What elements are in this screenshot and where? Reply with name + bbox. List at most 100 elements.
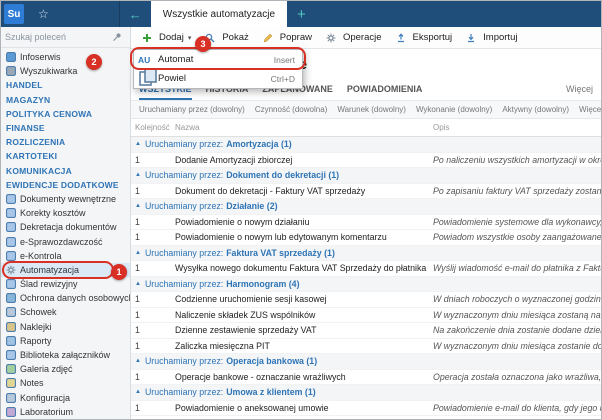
filter-3[interactable]: Wykonanie (dowolny) [416, 105, 492, 114]
toolbar-dodaj-button[interactable]: Dodaj▾ [135, 27, 198, 48]
toolbar-importuj-button[interactable]: Importuj [459, 27, 524, 48]
collapse-triangle-icon: ▲ [135, 203, 141, 209]
table-row[interactable]: 1Zaliczka miesięczna PITW wyznaczonym dn… [131, 339, 601, 355]
sidebar-item-dokumenty-wewnętrzne[interactable]: Dokumenty wewnętrzne [1, 192, 130, 206]
cell-order: 1 [135, 186, 175, 196]
table-row[interactable]: 1Powiadomienie o nowym lub edytowanym ko… [131, 230, 601, 246]
dropdown-caret-icon: ▾ [188, 34, 192, 42]
sidebar-item-label: Schowek [20, 307, 57, 317]
document-icon [6, 251, 16, 261]
sidebar-item-handel[interactable]: HANDEL [1, 78, 130, 92]
tabs-more-button[interactable]: Więcej [566, 84, 593, 100]
table-row[interactable]: 1Dokument do dekretacji - Faktury VAT sp… [131, 184, 601, 200]
cell-name: Codzienne uruchomienie sesji kasowej [175, 294, 433, 304]
toolbar-eksportuj-button[interactable]: Eksportuj [389, 27, 460, 48]
sidebar-item-dekretacja-dokumentów[interactable]: Dekretacja dokumentów [1, 220, 130, 234]
sidebar-item-laboratorium[interactable]: Laboratorium [1, 405, 130, 419]
group-row[interactable]: ▲Uruchamiany przez:Działanie (2) [131, 199, 601, 215]
collapse-triangle-icon: ▲ [135, 389, 141, 395]
group-row[interactable]: ▲Uruchamiany przez:Dokument do dekretacj… [131, 168, 601, 184]
collapse-triangle-icon: ▲ [135, 250, 141, 256]
filter-1[interactable]: Czynność (dowolna) [255, 105, 327, 114]
menu-item-label: Automat [158, 54, 193, 65]
filter-2[interactable]: Warunek (dowolny) [337, 105, 406, 114]
sidebar-item-rozliczenia[interactable]: ROZLICZENIA [1, 135, 130, 149]
cell-order: 1 [135, 372, 175, 382]
favorites-star-icon[interactable]: ☆ [32, 1, 55, 27]
column-header-name[interactable]: Nazwa [175, 123, 433, 132]
sidebar-item-komunikacja[interactable]: KOMUNIKACJA [1, 164, 130, 178]
new-tab-button[interactable]: + [287, 1, 316, 27]
column-header-order[interactable]: Kolejność [135, 123, 175, 132]
sidebar-item-schowek[interactable]: Schowek [1, 305, 130, 319]
cell-desc: Na zakończenie dnia zostanie dodane dzie… [433, 325, 601, 335]
sidebar-item-label: KOMUNIKACJA [6, 166, 72, 176]
app-logo[interactable]: Su [4, 4, 24, 24]
sidebar-item-e-kontrola[interactable]: e-Kontrola [1, 249, 130, 263]
group-value: Operacja bankowa (1) [226, 356, 317, 366]
menu-item-automat[interactable]: AUAutomatInsert [134, 50, 302, 69]
back-arrow-button[interactable]: ← [119, 1, 151, 27]
group-row[interactable]: ▲Uruchamiany przez:Harmonogram (4) [131, 277, 601, 293]
sidebar-item-infoserwis[interactable]: Infoserwis [1, 50, 130, 64]
group-prefix: Uruchamiany przez: [145, 387, 223, 397]
group-row[interactable]: ▲Uruchamiany przez:Faktura VAT sprzedaży… [131, 246, 601, 262]
cell-order: 1 [135, 263, 175, 273]
sidebar-item-polityka-cenowa[interactable]: POLITYKA CENOWA [1, 107, 130, 121]
sidebar-item-label: Raporty [20, 336, 52, 346]
sidebar-item-wyszukiwarka[interactable]: Wyszukiwarka [1, 64, 130, 78]
sidebar-item-ochrona-danych-osobowych[interactable]: Ochrona danych osobowych [1, 291, 130, 305]
toolbar-button-label: Pokaż [222, 32, 248, 43]
pencil-icon [263, 33, 273, 43]
sidebar-item-label: Korekty kosztów [20, 208, 86, 218]
group-row[interactable]: ▲Uruchamiany przez:Operacja bankowa (1) [131, 354, 601, 370]
active-tab[interactable]: Wszystkie automatyzacje [151, 1, 287, 27]
table-row[interactable]: 1Dodanie Amortyzacji zbiorczejPo nalicze… [131, 153, 601, 169]
toolbar-popraw-button[interactable]: Popraw [256, 27, 319, 48]
sidebar-item-magazyn[interactable]: MAGAZYN [1, 93, 130, 107]
filters-more-button[interactable]: Więcej [579, 105, 601, 114]
table-header: Kolejność Nazwa Opis [131, 119, 601, 137]
group-prefix: Uruchamiany przez: [145, 279, 223, 289]
shield-icon [6, 293, 16, 303]
group-row[interactable]: ▲Uruchamiany przez:Umowa z klientem (1) [131, 385, 601, 401]
sidebar-item-kartoteki[interactable]: KARTOTEKI [1, 149, 130, 163]
tab-powiadomienia[interactable]: POWIADOMIENIA [347, 84, 423, 100]
sidebar-item-biblioteka-załączników[interactable]: Biblioteka załączników [1, 348, 130, 362]
sidebar-item-notes[interactable]: Notes [1, 376, 130, 390]
table-body: ▲Uruchamiany przez:Amortyzacja (1)1Dodan… [131, 137, 601, 420]
sidebar-item-label: EWIDENCJE DODATKOWE [6, 180, 119, 190]
filter-4[interactable]: Aktywny (dowolny) [502, 105, 569, 114]
group-row[interactable]: ▲Uruchamiany przez:Amortyzacja (1) [131, 137, 601, 153]
sidebar-item-raporty[interactable]: Raporty [1, 334, 130, 348]
group-prefix: Uruchamiany przez: [145, 170, 223, 180]
menu-item-powiel[interactable]: PowielCtrl+D [134, 69, 302, 88]
sidebar-item-galeria-zdjęć[interactable]: Galeria zdjęć [1, 362, 130, 376]
document-icon [6, 222, 16, 232]
sidebar-item-korekty-kosztów[interactable]: Korekty kosztów [1, 206, 130, 220]
search-input[interactable] [5, 32, 112, 42]
table-row[interactable]: 1Powiadomienie o aneksowanej umowiePowia… [131, 401, 601, 417]
sidebar-item-finanse[interactable]: FINANSE [1, 121, 130, 135]
table-row[interactable]: 1Dzienne zestawienie sprzedaży VATNa zak… [131, 323, 601, 339]
table-row[interactable]: 1Wysyłka nowego dokumentu Faktura VAT Sp… [131, 261, 601, 277]
table-row[interactable]: 1Operacje bankowe - oznaczanie wrażliwyc… [131, 370, 601, 386]
annotation-step-3: 3 [195, 36, 211, 52]
sidebar-item-konfiguracja[interactable]: Konfiguracja [1, 391, 130, 405]
toolbar-operacje-button[interactable]: Operacje [319, 27, 389, 48]
filter-0[interactable]: Uruchamiany przez (dowolny) [139, 105, 245, 114]
table-row[interactable]: 1Codzienne uruchomienie sesji kasowejW d… [131, 292, 601, 308]
note-icon [6, 378, 16, 388]
table-row[interactable]: 1Naliczenie składek ZUS wspólnikówW wyzn… [131, 308, 601, 324]
sidebar-item-ewidencje-dodatkowe[interactable]: EWIDENCJE DODATKOWE [1, 178, 130, 192]
sidebar-item-label: Laboratorium [20, 407, 73, 417]
sidebar-item-ślad-rewizyjny[interactable]: Ślad rewizyjny [1, 277, 130, 291]
sidebar-item-e-sprawozdawczość[interactable]: e-Sprawozdawczość [1, 234, 130, 248]
column-header-desc[interactable]: Opis [433, 123, 601, 132]
pin-icon[interactable] [112, 32, 122, 42]
table-row[interactable]: 1Powiadomienie o nowym działaniuPowiadom… [131, 215, 601, 231]
cell-desc: W wyznaczonym dniu miesiąca zostaną nali… [433, 310, 601, 320]
sidebar-item-naklejki[interactable]: Naklejki [1, 320, 130, 334]
copy-icon [138, 67, 158, 90]
cell-name: Dodanie Amortyzacji zbiorczej [175, 155, 433, 165]
